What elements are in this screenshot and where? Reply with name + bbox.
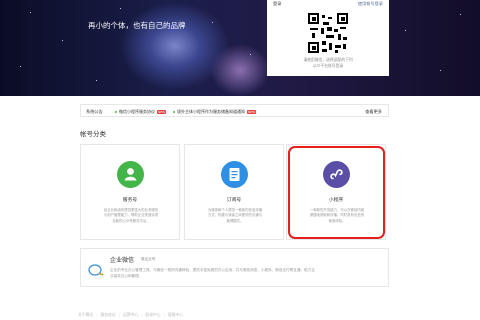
notice-item[interactable]: 境外主体小程序作为服务储备知道通知 NEW xyxy=(173,109,257,115)
footer-links: 关于腾讯 | 服务协议 | 运营中心 | 辟谣中心 | 客服中心 xyxy=(78,312,184,317)
card-desc-line: 全新的公众号服务平台。 xyxy=(112,218,150,223)
wework-name: 企业微信 xyxy=(110,257,135,264)
card-name: 订阅号 xyxy=(226,198,242,203)
new-badge: NEW xyxy=(157,109,167,114)
footer-link[interactable]: 运营中心 xyxy=(123,312,138,317)
mini-program-highlight xyxy=(288,146,385,239)
footer-link[interactable]: 关于腾讯 xyxy=(78,312,93,317)
card-subscription-account[interactable]: 订阅号 为媒体和个人提供一种新的信息传播 方式，构建与读者之间更好的沟通与 管理… xyxy=(184,144,284,240)
footer-link[interactable]: 辟谣中心 xyxy=(145,312,160,317)
qr-tip-line2: 公众平台账号登录 xyxy=(312,63,344,68)
login-panel: 登录 使用帐号登录 请使用微信，选择适配的下列 公众平台账号登录 xyxy=(267,0,389,76)
card-description: 给企业和组织提供更强大的业务服务 与用户管理能力，帮助企业快速实现 全新的公众号… xyxy=(93,208,169,224)
card-wework[interactable]: 企业微信 原企业号 企业的专业办公管理工具。与微信一致的沟通体验，提供丰富免费的… xyxy=(80,248,389,287)
new-badge: NEW xyxy=(247,109,257,114)
notice-item-text[interactable]: 境外主体小程序作为服务储备知道通知 xyxy=(177,109,245,114)
bullet-icon xyxy=(115,110,117,113)
hero-slogan: 再小的个体，也有自己的品牌 xyxy=(88,21,186,30)
card-desc-line: 管理模式。 xyxy=(226,218,244,223)
wework-desc-line: 业高效办公和管理。 xyxy=(110,274,143,278)
login-qr-code[interactable] xyxy=(308,13,348,53)
footer-link[interactable]: 服务协议 xyxy=(100,312,115,317)
service-account-icon xyxy=(117,161,144,188)
notice-more-link[interactable]: 查看更多 xyxy=(365,109,382,115)
login-title: 登录 xyxy=(273,1,282,6)
card-description: 为媒体和个人提供一种新的信息传播 方式，构建与读者之间更好的沟通与 管理模式。 xyxy=(197,208,273,224)
notice-title: 系统公告 xyxy=(86,108,103,114)
card-service-account[interactable]: 服务号 给企业和组织提供更强大的业务服务 与用户管理能力，帮助企业快速实现 全新… xyxy=(80,144,180,240)
bullet-icon xyxy=(173,110,175,113)
wework-tag: 原企业号 xyxy=(141,257,156,261)
wework-icon xyxy=(88,262,104,276)
account-login-link[interactable]: 使用帐号登录 xyxy=(358,1,383,7)
footer-link[interactable]: 客服中心 xyxy=(168,312,183,317)
hero-banner: 再小的个体，也有自己的品牌 登录 使用帐号登录 请使用微信，选择适配的下列 公众… xyxy=(0,0,480,96)
card-name: 服务号 xyxy=(122,198,138,203)
subscription-account-icon xyxy=(221,161,248,188)
wework-description: 企业的专业办公管理工具。与微信一致的沟通体验，提供丰富免费的办公应用，并与微信消… xyxy=(110,267,380,279)
notice-item[interactable]: 微信小程序服务协议 NEW xyxy=(115,109,167,115)
qr-tip: 请使用微信，选择适配的下列 公众平台账号登录 xyxy=(267,57,389,69)
notice-item-text[interactable]: 微信小程序服务协议 xyxy=(119,109,155,114)
system-notice-bar: 系统公告 微信小程序服务协议 NEW 境外主体小程序作为服务储备知道通知 NEW 查… xyxy=(80,104,389,117)
section-title: 帐号分类 xyxy=(80,130,106,138)
